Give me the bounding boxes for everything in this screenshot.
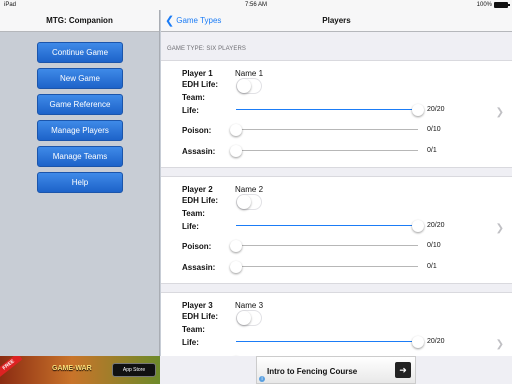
- assasin-value: 0/1: [427, 147, 437, 154]
- arrow-right-icon[interactable]: ➜: [395, 362, 411, 378]
- poison-value: 0/10: [427, 242, 441, 249]
- team-label: Team:: [182, 209, 205, 218]
- slider-fill: [236, 225, 418, 226]
- help-button[interactable]: Help: [37, 172, 123, 193]
- edh-life-label: EDH Life:: [182, 80, 218, 89]
- slider-thumb[interactable]: [230, 240, 242, 252]
- life-label: Life:: [182, 106, 199, 115]
- chevron-right-icon: ❯: [495, 107, 504, 118]
- chevron-left-icon: ❮: [165, 15, 175, 27]
- game-reference-button[interactable]: Game Reference: [37, 94, 123, 115]
- banner-ad-fencing[interactable]: Intro to Fencing Course ➜ i: [256, 356, 416, 384]
- player-name: Name 1: [235, 69, 264, 78]
- detail-nav-bar: Players ❮ Game Types: [161, 10, 512, 32]
- main-menu: Continue Game New Game Game Reference Ma…: [37, 42, 124, 198]
- battery-percent: 100%: [476, 2, 492, 8]
- continue-game-button[interactable]: Continue Game: [37, 42, 123, 63]
- life-label: Life:: [182, 338, 199, 347]
- new-game-button[interactable]: New Game: [37, 68, 123, 89]
- master-panel: MTG: Companion Continue Game New Game Ga…: [0, 10, 160, 356]
- slider-thumb[interactable]: [412, 104, 424, 116]
- battery-icon: [494, 2, 510, 8]
- slider-thumb[interactable]: [412, 220, 424, 232]
- edh-life-toggle[interactable]: [236, 310, 262, 326]
- game-war-logo: GAME-WAR: [52, 365, 92, 372]
- slider-thumb[interactable]: [230, 145, 242, 157]
- assasin-label: Assasin:: [182, 263, 216, 272]
- chevron-right-icon: ❯: [495, 339, 504, 350]
- assasin-slider[interactable]: [230, 261, 418, 273]
- slider-track: [236, 150, 418, 151]
- life-value: 20/20: [427, 222, 445, 229]
- player-label: Player 1: [182, 69, 213, 78]
- edh-life-label: EDH Life:: [182, 196, 218, 205]
- slider-thumb[interactable]: [230, 124, 242, 136]
- slider-fill: [236, 109, 418, 110]
- edh-life-toggle[interactable]: [236, 194, 262, 210]
- slider-thumb[interactable]: [230, 261, 242, 273]
- life-value: 20/20: [427, 106, 445, 113]
- poison-slider[interactable]: [230, 240, 418, 252]
- battery-indicator: 100%: [476, 0, 510, 10]
- player-card[interactable]: Player 2 Name 2 EDH Life: Team: Life: 20/20 Po…: [161, 176, 512, 284]
- life-slider[interactable]: [236, 104, 424, 116]
- player-label: Player 3: [182, 301, 213, 310]
- free-badge: FREE: [0, 356, 23, 378]
- toggle-knob: [237, 311, 251, 325]
- info-icon[interactable]: i: [259, 376, 265, 382]
- back-button[interactable]: ❮ Game Types: [165, 10, 221, 32]
- life-label: Life:: [182, 222, 199, 231]
- section-header: GAME TYPE: SIX PLAYERS: [167, 46, 247, 52]
- clock: 7:56 AM: [244, 2, 267, 8]
- manage-players-button[interactable]: Manage Players: [37, 120, 123, 141]
- life-slider[interactable]: [236, 220, 424, 232]
- chevron-right-icon: ❯: [495, 223, 504, 234]
- poison-slider[interactable]: [230, 124, 418, 136]
- banner-ad-game-war[interactable]: FREE GAME-WAR App Store: [0, 356, 160, 384]
- slider-track: [236, 266, 418, 267]
- player-card[interactable]: Player 1 Name 1 EDH Life: Team: Life: 20/20 Po…: [161, 60, 512, 168]
- edh-life-toggle[interactable]: [236, 78, 262, 94]
- toggle-knob: [237, 195, 251, 209]
- poison-value: 0/10: [427, 126, 441, 133]
- player-label: Player 2: [182, 185, 213, 194]
- toggle-knob: [237, 79, 251, 93]
- edh-life-label: EDH Life:: [182, 312, 218, 321]
- poison-label: Poison:: [182, 242, 212, 251]
- player-list: Player 1 Name 1 EDH Life: Team: Life: 20/20 Po…: [161, 60, 512, 356]
- status-bar: iPad 7:56 AM 100%: [0, 0, 512, 10]
- assasin-value: 0/1: [427, 263, 437, 270]
- slider-track: [236, 129, 418, 130]
- back-label: Game Types: [176, 16, 222, 25]
- life-value: 20/20: [427, 338, 445, 345]
- slider-thumb[interactable]: [412, 336, 424, 348]
- assasin-slider[interactable]: [230, 145, 418, 157]
- life-slider[interactable]: [236, 336, 424, 348]
- slider-fill: [236, 341, 418, 342]
- assasin-label: Assasin:: [182, 147, 216, 156]
- poison-label: Poison:: [182, 126, 212, 135]
- app-store-badge[interactable]: App Store: [112, 363, 156, 377]
- player-name: Name 3: [235, 301, 264, 310]
- team-label: Team:: [182, 325, 205, 334]
- master-title: MTG: Companion: [0, 10, 159, 32]
- player-name: Name 2: [235, 185, 264, 194]
- manage-teams-button[interactable]: Manage Teams: [37, 146, 123, 167]
- detail-panel: Players ❮ Game Types GAME TYPE: SIX PLAY…: [161, 10, 512, 356]
- team-label: Team:: [182, 93, 205, 102]
- player-card[interactable]: Player 3Name 3EDH Life:Team:Life:20/20Po…: [161, 292, 512, 356]
- slider-track: [236, 245, 418, 246]
- ad-text: Intro to Fencing Course: [267, 367, 358, 376]
